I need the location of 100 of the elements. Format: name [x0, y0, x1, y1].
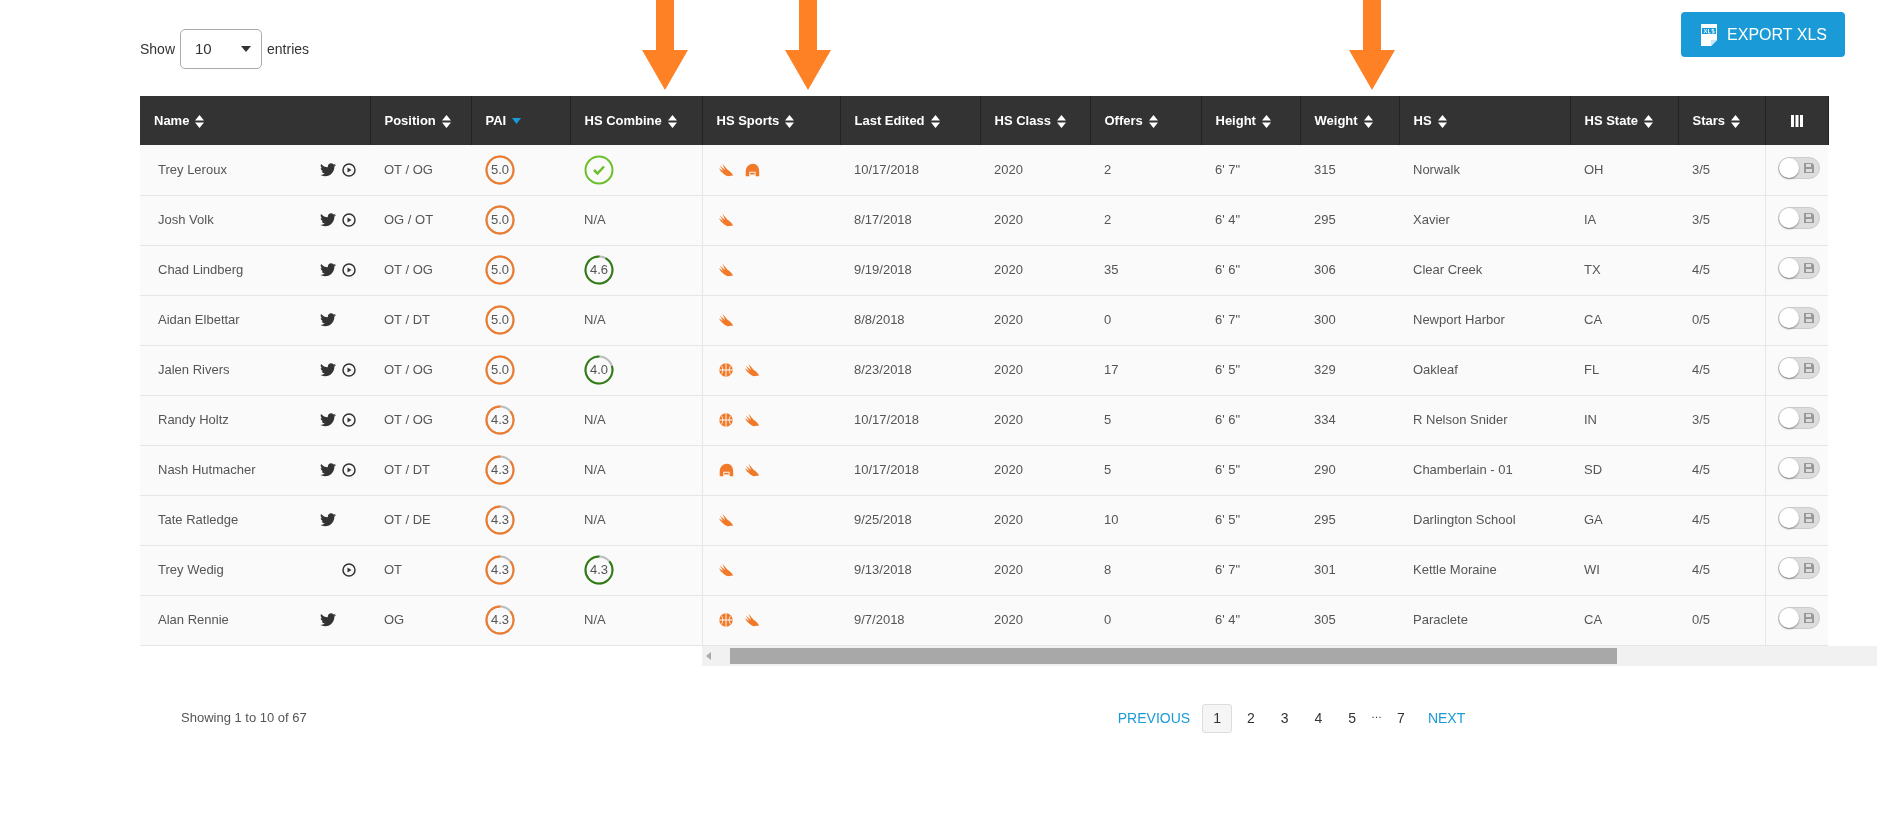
height-cell: 6' 4"	[1215, 212, 1241, 228]
toggle-switch[interactable]	[1777, 356, 1820, 379]
column-header[interactable]: HS Combine	[584, 112, 662, 128]
toggle-switch[interactable]	[1777, 156, 1820, 179]
page-link[interactable]: 4	[1303, 703, 1334, 733]
play-circle-icon[interactable]	[342, 213, 356, 227]
sort-icon[interactable]	[930, 114, 940, 128]
school-cell: Xavier	[1413, 212, 1450, 228]
combine-score: 4.3	[589, 561, 609, 580]
twitter-bird-icon[interactable]	[320, 313, 336, 327]
school-cell: Chamberlain - 01	[1413, 462, 1513, 478]
twitter-bird-icon[interactable]	[320, 413, 336, 427]
stars-cell: 3/5	[1692, 412, 1711, 428]
position-cell: OT / OG	[384, 362, 433, 378]
pai-score: 5.0	[490, 261, 510, 280]
toggle-switch[interactable]	[1777, 606, 1820, 629]
scrollbar-thumb[interactable]	[730, 647, 1617, 664]
height-cell: 6' 4"	[1215, 612, 1241, 628]
twitter-bird-icon[interactable]	[320, 363, 336, 377]
sort-icon[interactable]	[667, 114, 677, 128]
page-link[interactable]: 3	[1269, 703, 1300, 733]
ellipsis: …	[1371, 706, 1383, 722]
play-circle-icon[interactable]	[342, 563, 356, 577]
sort-icon[interactable]	[1056, 114, 1066, 128]
sort-icon[interactable]	[195, 114, 205, 128]
toggle-switch[interactable]	[1777, 506, 1820, 529]
offers-cell: 17	[1104, 362, 1119, 378]
twitter-bird-icon[interactable]	[320, 213, 336, 227]
offers-cell: 0	[1104, 312, 1112, 328]
annotation-arrow-icon	[783, 0, 833, 92]
column-header[interactable]: Name	[154, 112, 190, 128]
column-header[interactable]: Stars	[1692, 112, 1726, 128]
twitter-bird-icon[interactable]	[320, 263, 336, 277]
height-cell: 6' 7"	[1215, 312, 1241, 328]
stars-cell: 4/5	[1692, 462, 1711, 478]
column-header[interactable]: Weight	[1314, 112, 1358, 128]
stars-cell: 3/5	[1692, 212, 1711, 228]
play-circle-icon[interactable]	[342, 363, 356, 377]
height-cell: 6' 7"	[1215, 162, 1241, 177]
weight-cell: 290	[1314, 462, 1336, 478]
state-cell: SD	[1584, 462, 1603, 478]
toggle-switch[interactable]	[1777, 456, 1820, 479]
play-circle-icon[interactable]	[342, 413, 356, 427]
sort-icon[interactable]	[1643, 114, 1653, 128]
twitter-bird-icon[interactable]	[320, 463, 336, 477]
sort-icon[interactable]	[441, 114, 451, 128]
column-header[interactable]: Offers	[1104, 112, 1143, 128]
date-cell: 8/23/2018	[854, 362, 912, 378]
page-link[interactable]: 5	[1337, 703, 1368, 733]
weight-cell: 295	[1314, 512, 1336, 528]
twitter-bird-icon[interactable]	[320, 513, 336, 527]
school-cell: Oakleaf	[1413, 362, 1458, 378]
column-header[interactable]: HS State	[1584, 112, 1638, 128]
weight-cell: 315	[1314, 162, 1336, 177]
page-size-select[interactable]: 10	[180, 29, 263, 69]
sort-icon[interactable]	[1261, 114, 1271, 128]
columns-icon[interactable]	[1789, 114, 1804, 129]
sort-icon[interactable]	[1437, 114, 1447, 128]
stars-cell: 4/5	[1692, 562, 1711, 578]
pai-score: 5.0	[490, 161, 510, 179]
caret-icon	[241, 46, 252, 52]
sort-descending-icon[interactable]	[512, 118, 522, 125]
column-header[interactable]: Position	[384, 112, 436, 128]
height-cell: 6' 5"	[1215, 462, 1241, 478]
toggle-switch[interactable]	[1777, 256, 1820, 279]
column-header[interactable]: Height	[1215, 112, 1256, 128]
twitter-bird-icon[interactable]	[320, 162, 336, 177]
sort-icon[interactable]	[1363, 114, 1373, 128]
twitter-bird-icon[interactable]	[320, 613, 336, 627]
position-cell: OT	[384, 562, 403, 578]
height-cell: 6' 6"	[1215, 262, 1241, 278]
class-year-cell: 2020	[994, 362, 1023, 378]
sort-icon[interactable]	[785, 114, 795, 128]
weight-cell: 300	[1314, 312, 1336, 328]
school-cell: Kettle Moraine	[1413, 562, 1497, 578]
play-circle-icon[interactable]	[342, 162, 356, 177]
horizontal-scrollbar[interactable]	[702, 645, 1877, 666]
column-header[interactable]: Last Edited	[854, 112, 925, 128]
sort-icon[interactable]	[1731, 114, 1741, 128]
page-link[interactable]: 2	[1235, 703, 1266, 733]
school-cell: Newport Harbor	[1413, 312, 1505, 328]
page-link[interactable]: 1	[1202, 703, 1232, 733]
toggle-switch[interactable]	[1777, 406, 1820, 429]
sort-icon[interactable]	[1148, 114, 1158, 128]
weight-cell: 329	[1314, 362, 1336, 378]
column-header[interactable]: HS	[1413, 112, 1432, 128]
class-year-cell: 2020	[994, 562, 1023, 578]
page-link[interactable]: 7	[1386, 703, 1416, 733]
play-circle-icon[interactable]	[342, 463, 356, 477]
column-header[interactable]: HS Sports	[716, 112, 780, 128]
column-header[interactable]: PAI	[485, 112, 507, 128]
toggle-switch[interactable]	[1777, 206, 1820, 229]
position-cell: OG / OT	[384, 212, 434, 228]
toggle-switch[interactable]	[1777, 556, 1820, 579]
play-circle-icon[interactable]	[342, 263, 356, 277]
column-header[interactable]: HS Class	[994, 112, 1051, 128]
date-cell: 10/17/2018	[854, 412, 920, 428]
school-cell: R Nelson Snider	[1413, 412, 1508, 428]
toggle-switch[interactable]	[1777, 306, 1820, 329]
date-cell: 9/7/2018	[854, 612, 905, 628]
